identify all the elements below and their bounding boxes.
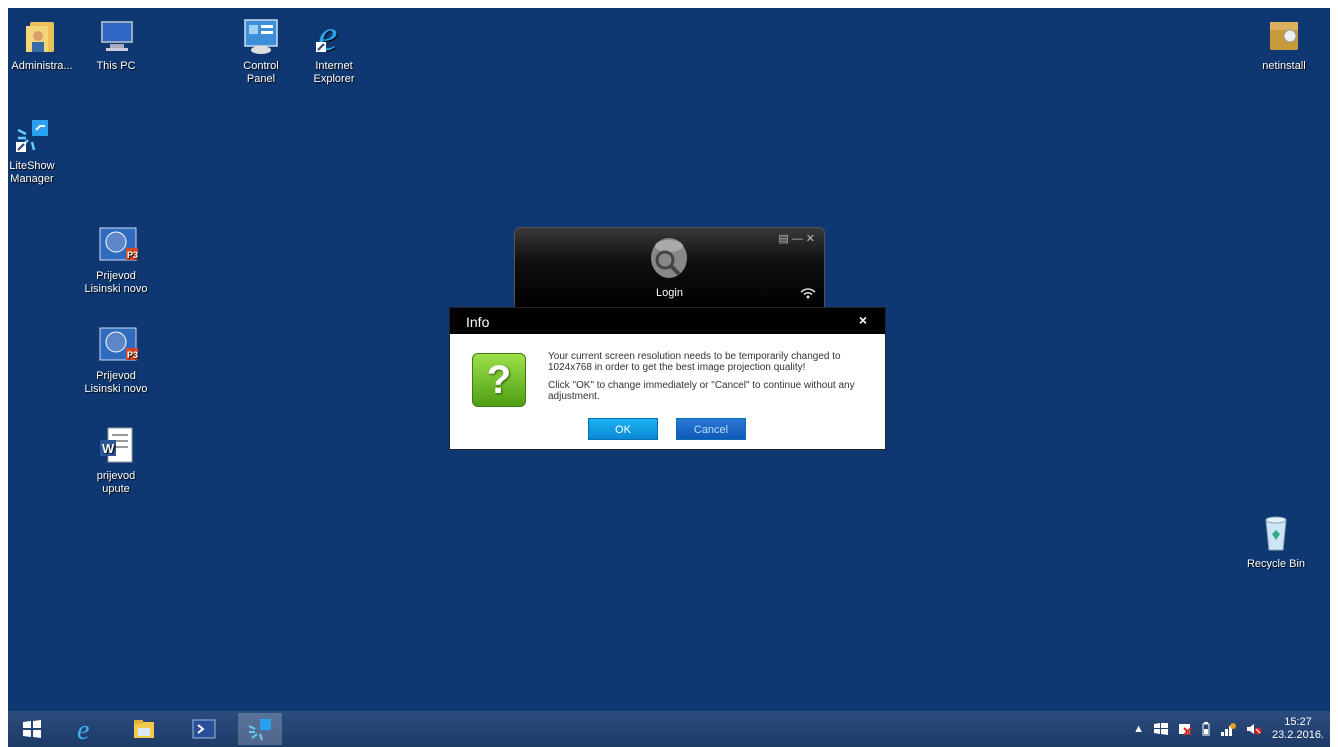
desktop-icon-label: This PC (96, 60, 136, 72)
minimize-icon[interactable]: — (792, 233, 806, 245)
svg-text:W: W (102, 441, 115, 456)
powerpoint-icon: P3 (96, 326, 138, 366)
svg-text:e: e (77, 716, 89, 742)
taskbar: e ▲ 15:27 23.2.2016. (8, 711, 1330, 747)
desktop-icon-netinstall[interactable]: netinstall (1246, 16, 1322, 73)
powerpoint-icon: P3 (96, 226, 138, 266)
start-button[interactable] (10, 713, 54, 745)
show-hidden-icons-icon[interactable]: ▲ (1133, 723, 1144, 735)
desktop-icon-label: LiteShow Manager (9, 160, 55, 185)
volume-muted-icon[interactable] (1246, 722, 1262, 736)
login-label[interactable]: Login (515, 287, 824, 299)
desktop-icon-label: prijevod upute (96, 470, 136, 495)
package-icon (1264, 16, 1304, 56)
desktop-icon-liteshow-manager[interactable]: LiteShow Manager (8, 116, 70, 186)
login-avatar-icon (649, 236, 689, 280)
network-icon[interactable] (1220, 722, 1236, 736)
desktop-icon-recycle-bin[interactable]: Recycle Bin (1238, 514, 1314, 571)
desktop-icon-label: Recycle Bin (1246, 558, 1306, 570)
taskbar-liteshow[interactable] (238, 713, 282, 745)
cancel-button[interactable]: Cancel (676, 418, 746, 440)
desktop-icon-internet-explorer[interactable]: e Internet Explorer (296, 11, 372, 86)
internet-explorer-icon: e (314, 11, 354, 60)
desktop-icon-this-pc[interactable]: This PC (78, 16, 154, 73)
windows-start-icon (23, 720, 41, 738)
desktop-icon-label: Administra... (11, 60, 73, 72)
clock-date: 23.2.2016. (1272, 729, 1324, 741)
taskbar-internet-explorer[interactable]: e (66, 713, 110, 745)
desktop-icon-prijevod-2[interactable]: P3 Prijevod Lisinski novo (78, 326, 154, 396)
desktop-icon-label: Control Panel (243, 60, 279, 85)
recycle-bin-icon (1256, 514, 1296, 554)
info-dialog: Info × ? Your current screen resolution … (449, 307, 886, 450)
computer-icon (96, 16, 136, 56)
liteshow-icon (248, 719, 271, 741)
dialog-title: Info (466, 314, 490, 330)
dialog-titlebar[interactable]: Info × (450, 308, 885, 334)
liteshow-login-window: ▤—✕ Login (514, 227, 825, 309)
menu-icon[interactable]: ▤ (778, 233, 791, 245)
desktop-icon-administrator[interactable]: Administra... (8, 16, 80, 73)
dialog-message-line-2: Click "OK" to change immediately or "Can… (548, 380, 855, 402)
desktop-icon-prijevod-upute[interactable]: W prijevod upute (78, 426, 154, 496)
wifi-icon (800, 286, 816, 304)
desktop-icon-control-panel[interactable]: Control Panel (223, 16, 299, 86)
dialog-message-line-1: Your current screen resolution needs to … (548, 351, 841, 373)
taskbar-powershell[interactable] (182, 713, 226, 745)
close-icon[interactable]: ✕ (806, 233, 818, 245)
battery-icon[interactable] (1202, 722, 1210, 736)
question-icon: ? (472, 353, 526, 407)
desktop-icon-prijevod-1[interactable]: P3 Prijevod Lisinski novo (78, 226, 154, 296)
window-controls: ▤—✕ (778, 232, 818, 245)
desktop-icon-label: Prijevod Lisinski novo (84, 370, 148, 395)
windows-flag-icon[interactable] (1154, 723, 1168, 735)
powershell-icon (192, 719, 216, 739)
control-panel-icon (241, 16, 281, 56)
user-folder-icon (22, 16, 62, 56)
action-center-icon[interactable] (1178, 722, 1192, 736)
ok-button[interactable]: OK (588, 418, 658, 440)
file-explorer-icon (134, 720, 154, 738)
desktop-icon-label: Prijevod Lisinski novo (84, 270, 148, 295)
svg-text:P3: P3 (127, 350, 138, 360)
desktop-icon-label: Internet Explorer (313, 60, 355, 85)
taskbar-file-explorer[interactable] (122, 713, 166, 745)
clock[interactable]: 15:27 23.2.2016. (1272, 716, 1324, 742)
clock-time: 15:27 (1284, 716, 1312, 728)
liteshow-icon (12, 116, 52, 156)
dialog-message: Your current screen resolution needs to … (548, 351, 866, 410)
svg-text:P3: P3 (127, 250, 138, 260)
dialog-close-button[interactable]: × (859, 312, 867, 328)
word-icon: W (96, 426, 136, 466)
internet-explorer-icon: e (77, 716, 89, 742)
system-tray: ▲ 15:27 23.2.2016. (1133, 711, 1324, 747)
desktop-icon-label: netinstall (1262, 60, 1306, 72)
